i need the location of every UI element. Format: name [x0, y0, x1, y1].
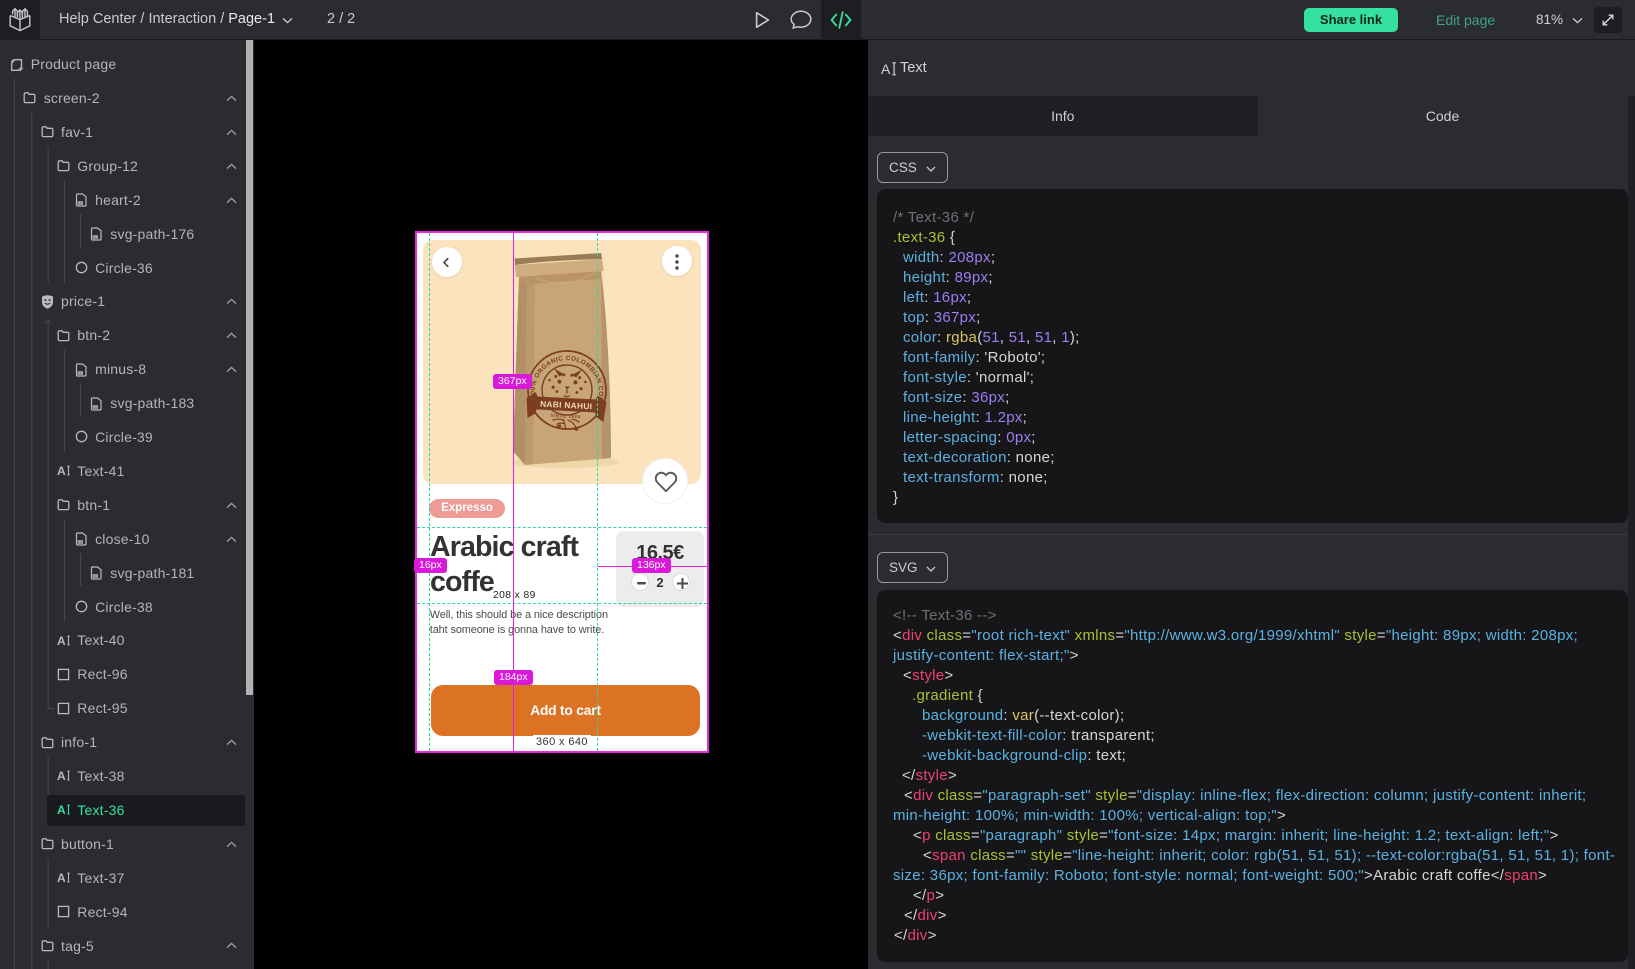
- svg-text:A: A: [881, 61, 891, 76]
- svg-text:A: A: [57, 871, 66, 884]
- svg-text:A: A: [57, 803, 66, 816]
- svg-text:A: A: [57, 634, 66, 647]
- svg-text:A: A: [57, 769, 66, 782]
- svg-text:A: A: [57, 464, 66, 477]
